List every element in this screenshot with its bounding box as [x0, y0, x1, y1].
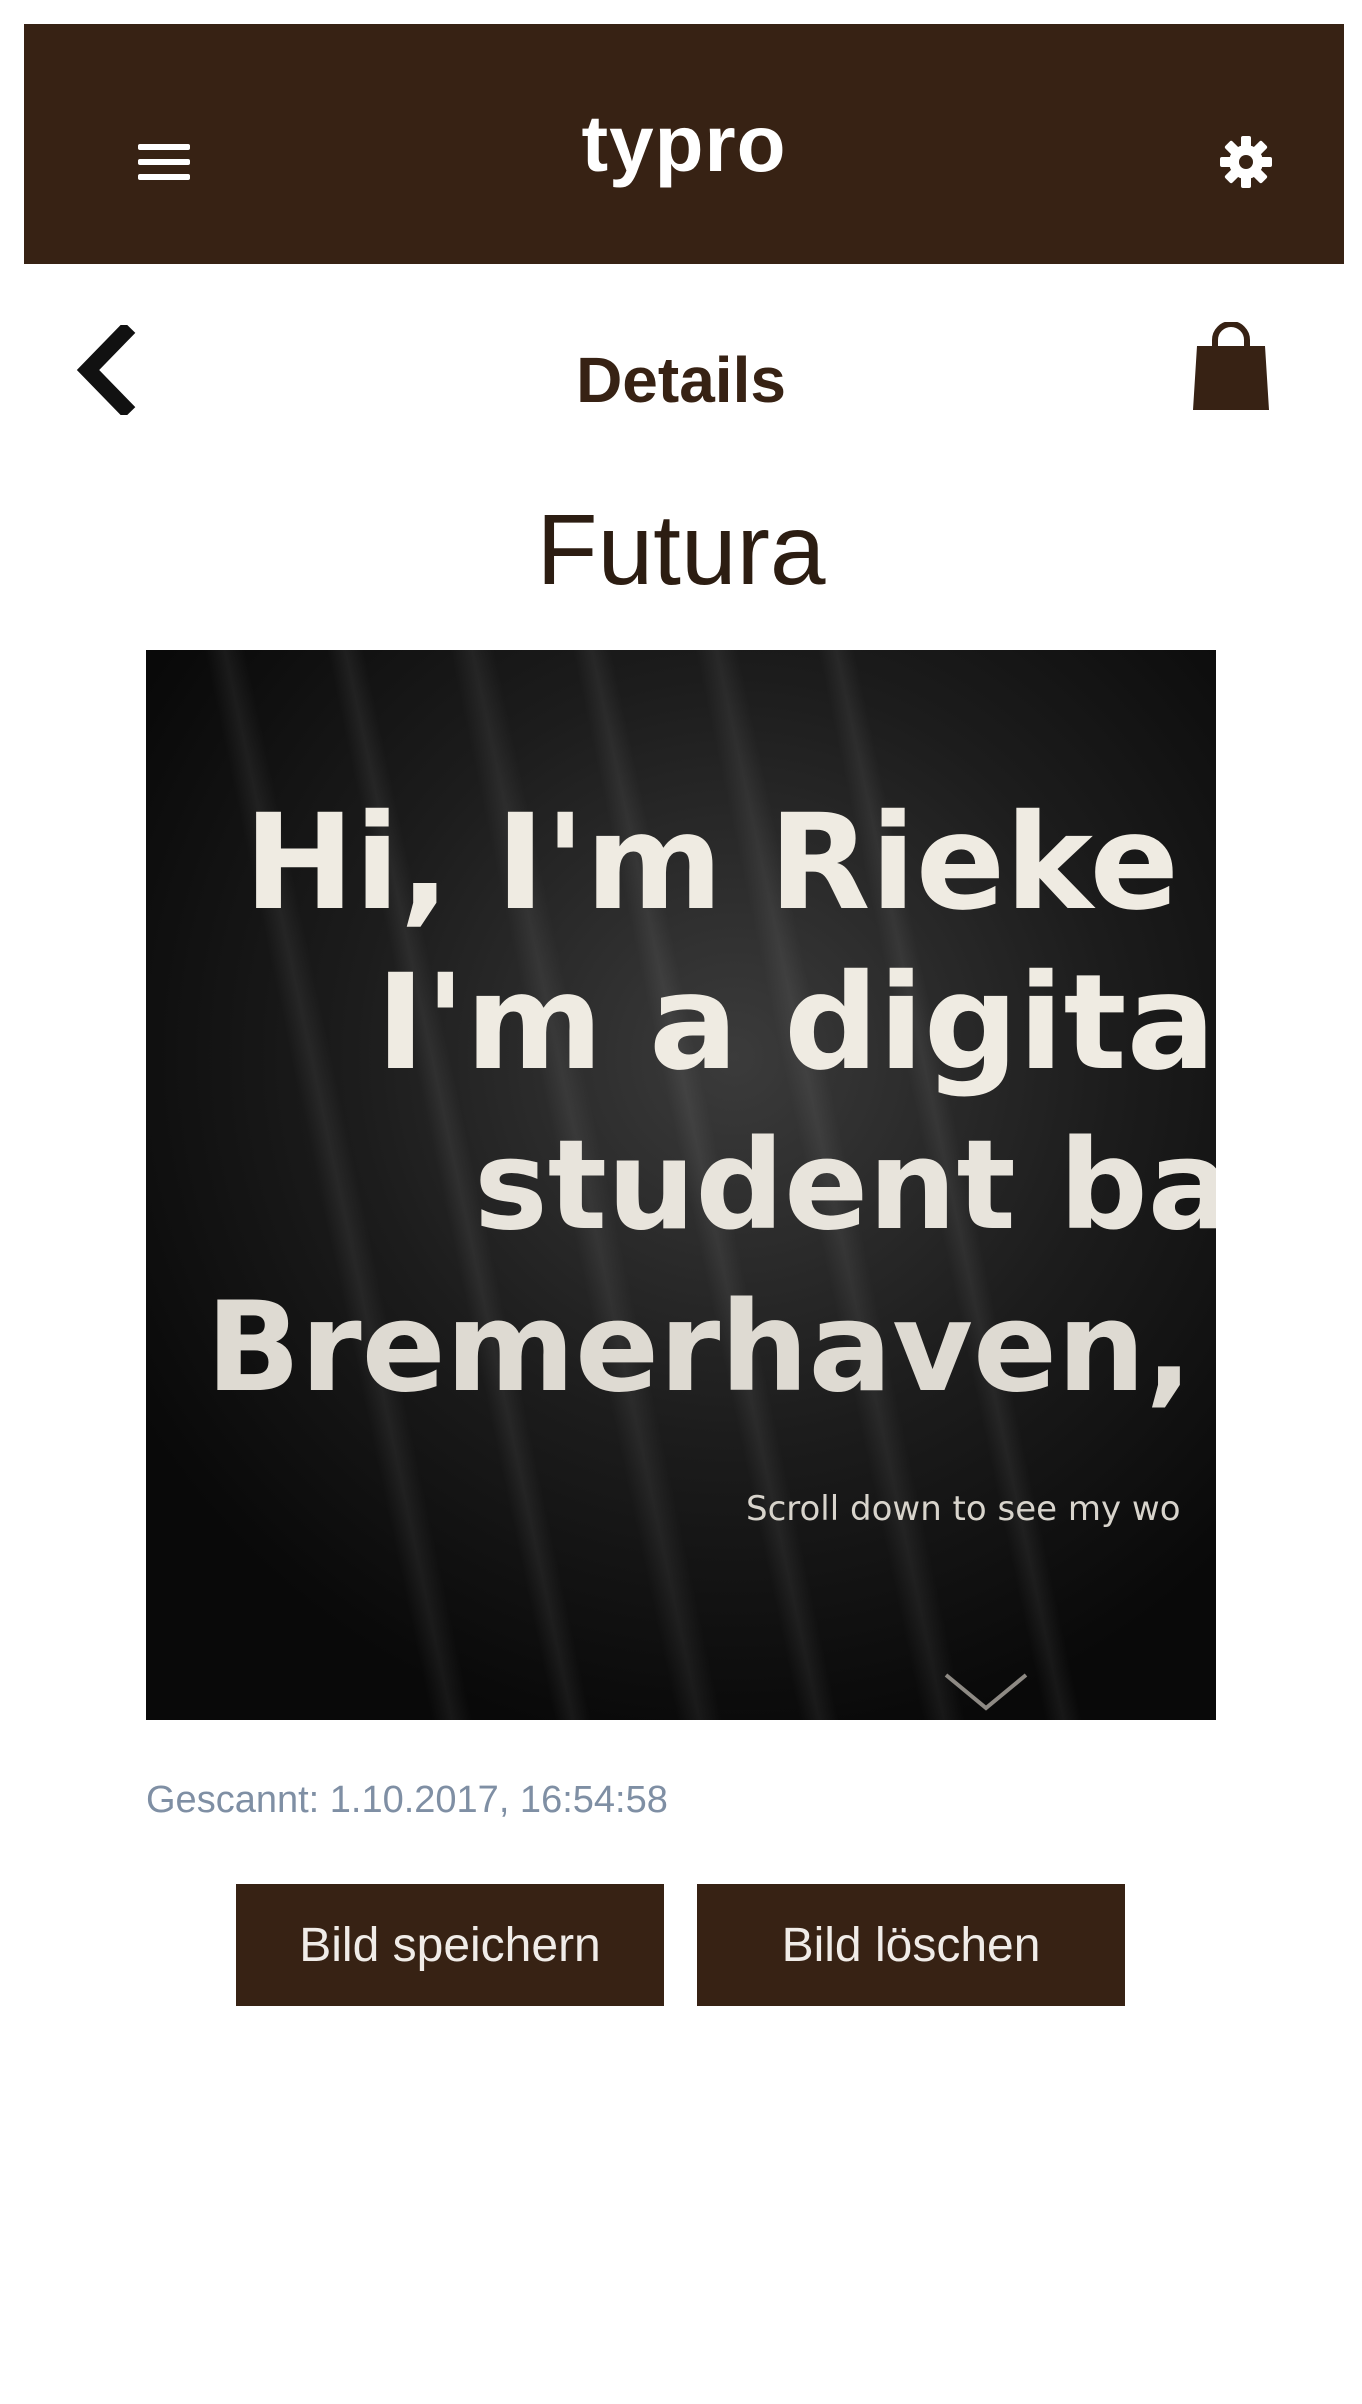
photo-text-line-1: Hi, I'm Rieke: [244, 786, 1179, 940]
delete-image-button[interactable]: Bild löschen: [697, 1884, 1125, 2006]
detail-toolbar: Details: [0, 290, 1362, 460]
photo-text-line-3: student bas: [474, 1114, 1216, 1258]
save-image-button[interactable]: Bild speichern: [236, 1884, 664, 2006]
settings-button[interactable]: [1194, 114, 1298, 210]
photo-text-line-2: I'm a digital: [376, 946, 1216, 1100]
app-title: typro: [581, 99, 787, 188]
shopping-bag-icon: [1193, 322, 1269, 410]
font-name-heading: Futura: [536, 494, 826, 606]
scan-timestamp: Gescannt: 1.10.2017, 16:54:58: [146, 1779, 668, 1821]
app-header: typro: [24, 24, 1344, 264]
shopping-bag-button[interactable]: [1176, 312, 1286, 422]
photo-caption: Scroll down to see my wo: [746, 1489, 1181, 1529]
page-title: Details: [576, 344, 786, 416]
photo-text-line-4: Bremerhaven, G: [206, 1276, 1216, 1420]
gear-icon: [1220, 136, 1272, 188]
scanned-photo: Hi, I'm Rieke I'm a digital student bas …: [146, 650, 1216, 1720]
